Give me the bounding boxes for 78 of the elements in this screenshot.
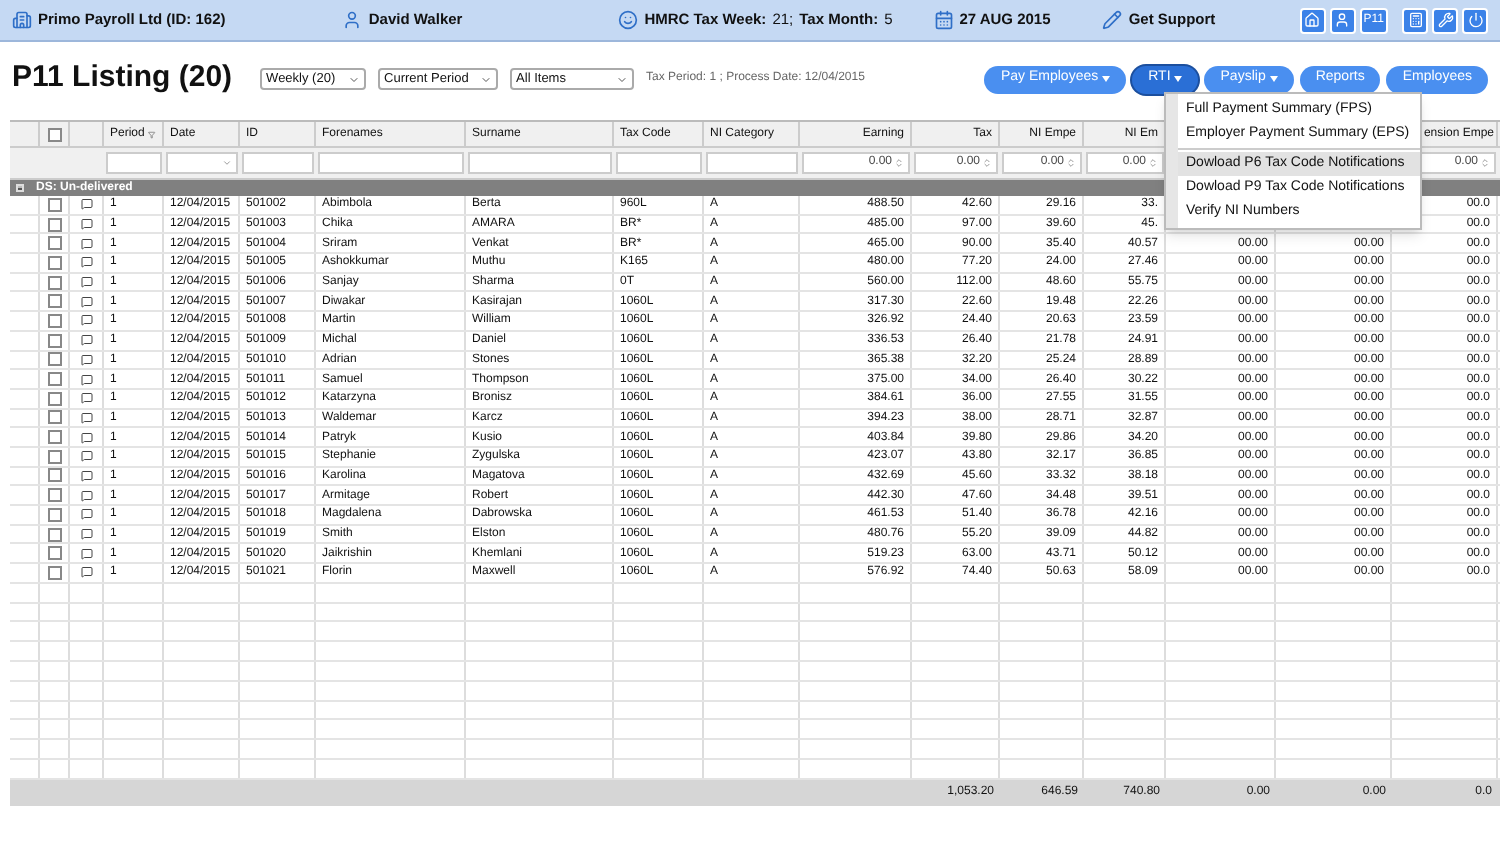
checkbox[interactable] — [47, 275, 61, 290]
filter-field[interactable] — [242, 152, 314, 174]
pencil-icon — [1102, 10, 1123, 30]
checkbox[interactable] — [47, 236, 61, 251]
stepper-icon — [894, 158, 904, 168]
caret-icon — [1174, 76, 1183, 82]
building-icon — [12, 10, 32, 30]
message-icon[interactable] — [79, 256, 93, 269]
smiley-icon — [618, 10, 639, 30]
checkbox[interactable] — [47, 352, 61, 367]
filter-icon[interactable] — [148, 129, 156, 139]
message-icon[interactable] — [79, 450, 93, 463]
power-button[interactable] — [1462, 7, 1489, 33]
user-icon — [342, 10, 363, 30]
caret-icon — [1269, 76, 1278, 82]
message-icon[interactable] — [79, 508, 93, 521]
calculator-icon — [1407, 12, 1424, 28]
collapse-icon[interactable] — [16, 184, 24, 192]
message-icon[interactable] — [79, 334, 93, 347]
message-icon[interactable] — [79, 353, 93, 366]
checkbox[interactable] — [47, 391, 61, 406]
chevron-icon — [348, 73, 361, 85]
message-icon[interactable] — [79, 489, 93, 502]
filter-field[interactable] — [318, 152, 464, 174]
checkbox[interactable] — [47, 410, 61, 425]
message-icon[interactable] — [79, 566, 93, 579]
checkbox[interactable] — [47, 430, 61, 445]
calendar-icon — [933, 10, 954, 30]
message-icon[interactable] — [79, 295, 93, 308]
chevron-icon — [480, 73, 493, 85]
checkbox[interactable] — [47, 217, 61, 232]
filter-field[interactable] — [106, 152, 162, 174]
message-icon[interactable] — [79, 314, 93, 327]
checkbox[interactable] — [47, 488, 61, 503]
message-icon[interactable] — [79, 373, 93, 386]
filter-field[interactable] — [468, 152, 612, 174]
calculator-button[interactable] — [1402, 7, 1429, 33]
power-icon — [1467, 12, 1484, 28]
message-icon[interactable] — [79, 198, 93, 211]
caret-icon — [1102, 76, 1111, 82]
stepper-icon — [982, 158, 992, 168]
message-icon[interactable] — [79, 547, 93, 560]
home-button[interactable] — [1299, 7, 1326, 33]
checkbox[interactable] — [47, 294, 61, 309]
message-icon[interactable] — [79, 218, 93, 231]
checkbox[interactable] — [47, 313, 61, 328]
checkbox[interactable] — [47, 449, 61, 464]
checkbox[interactable] — [47, 546, 61, 561]
home-icon — [1304, 12, 1321, 28]
message-icon[interactable] — [79, 469, 93, 482]
stepper-icon — [1066, 158, 1076, 168]
message-icon[interactable] — [79, 237, 93, 250]
wrench-icon — [1437, 12, 1454, 28]
checkbox[interactable] — [47, 197, 61, 212]
filter-field[interactable] — [706, 152, 798, 174]
checkbox[interactable] — [47, 372, 61, 387]
stepper-icon — [1148, 158, 1158, 168]
chevron-icon — [222, 158, 232, 168]
checkbox[interactable] — [47, 127, 61, 141]
checkbox[interactable] — [47, 565, 61, 580]
user-icon — [1334, 12, 1351, 28]
checkbox[interactable] — [47, 255, 61, 270]
message-icon[interactable] — [79, 528, 93, 541]
page-title: P11 Listing (20) — [12, 58, 233, 99]
filter-field[interactable] — [166, 152, 238, 174]
message-icon[interactable] — [79, 411, 93, 424]
stepper-icon — [1480, 158, 1490, 168]
chevron-icon — [616, 73, 629, 85]
wrench-button[interactable] — [1432, 7, 1459, 33]
message-icon[interactable] — [79, 431, 93, 444]
filter-field[interactable] — [616, 152, 702, 174]
checkbox[interactable] — [47, 468, 61, 483]
checkbox[interactable] — [47, 333, 61, 348]
user-button[interactable] — [1329, 7, 1356, 33]
checkbox[interactable] — [47, 527, 61, 542]
checkbox[interactable] — [47, 507, 61, 522]
message-icon[interactable] — [79, 276, 93, 289]
message-icon[interactable] — [79, 392, 93, 405]
